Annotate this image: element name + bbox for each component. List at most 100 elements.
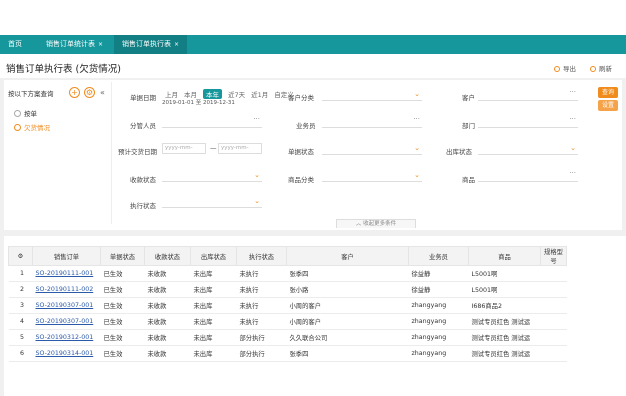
table-cell: 已生效 [100, 345, 145, 362]
table-cell: 未出库 [190, 281, 237, 298]
table-cell: 未收款 [144, 345, 191, 362]
table-cell: 未收款 [144, 297, 191, 314]
table-cell: 久久联合公司 [286, 329, 409, 346]
department-label: 部门 [462, 122, 475, 130]
results-table: ⚙ 销售订单 单据状态 收款状态 出库状态 执行状态 客户 业务员 商品 规格型… [8, 246, 567, 362]
table-cell: 已生效 [100, 265, 145, 282]
table-cell: 部分执行 [236, 329, 287, 346]
tab-sales-order-stats[interactable]: 销售订单统计表 × [38, 35, 111, 54]
column-header[interactable]: 执行状态 [236, 246, 287, 266]
assignee-label: 分管人员 [130, 122, 156, 130]
query-button[interactable]: 查询 [598, 87, 618, 98]
order-link[interactable]: SO-20190307-001 [32, 297, 101, 314]
order-link[interactable]: SO-20190312-001 [32, 329, 101, 346]
receipt-status-select[interactable]: ⌄ [162, 170, 262, 182]
table-cell: 4 [8, 313, 33, 330]
chevron-down-icon: ⌄ [570, 144, 576, 152]
tab-home[interactable]: 首页 [0, 35, 30, 54]
doc-status-label: 单据状态 [288, 148, 314, 156]
customer-label: 客户 [462, 94, 475, 102]
close-icon[interactable]: × [98, 41, 103, 48]
table-cell [540, 281, 567, 298]
table-cell: 未出库 [190, 345, 237, 362]
salesperson-field[interactable]: ··· [322, 115, 422, 128]
more-icon: ··· [569, 115, 576, 123]
column-header[interactable]: 业务员 [408, 246, 469, 266]
chevron-down-icon: ⌄ [414, 90, 420, 98]
more-icon: ··· [253, 115, 260, 123]
preset-1-month[interactable]: 近1月 [251, 89, 268, 99]
chevron-down-icon: ⌄ [414, 144, 420, 152]
table-cell: I686商品2 [468, 297, 541, 314]
more-icon: ··· [569, 169, 576, 177]
column-header[interactable]: 商品 [468, 246, 541, 266]
chevron-down-icon: ⌄ [254, 171, 260, 179]
table-cell: 未执行 [236, 265, 287, 282]
reset-button[interactable]: 设置 [598, 100, 618, 111]
scheme-icon [14, 110, 21, 117]
column-header[interactable]: 收款状态 [144, 246, 191, 266]
add-scheme-icon[interactable]: + [69, 87, 80, 98]
table-row[interactable]: 2 SO-20190111-002 已生效 未收款 未出库 未执行 张小路 徐益静 L5001啊 [8, 281, 567, 298]
exec-status-select[interactable]: ⌄ [162, 196, 262, 208]
customer-category-label: 客户分类 [288, 94, 314, 102]
column-header[interactable]: 销售订单 [32, 246, 101, 266]
tab-sales-order-execution[interactable]: 销售订单执行表 × [114, 35, 188, 54]
table-cell: 未执行 [236, 281, 287, 298]
column-header[interactable]: 单据状态 [100, 246, 145, 266]
customer-category-select[interactable]: ⌄ [322, 89, 422, 101]
order-link[interactable]: SO-20190111-001 [32, 265, 101, 282]
export-button[interactable]: 导出 [554, 63, 576, 73]
close-icon[interactable]: × [174, 41, 179, 48]
column-settings-icon[interactable]: ⚙ [8, 246, 33, 266]
department-field[interactable]: ··· [478, 115, 578, 128]
table-cell [540, 345, 567, 362]
settings-icon[interactable]: ⚙ [84, 87, 95, 98]
exec-status-label: 执行状态 [130, 202, 156, 210]
column-header[interactable]: 规格型号 [540, 246, 567, 266]
table-cell: 3 [8, 297, 33, 314]
product-category-select[interactable]: ⌄ [322, 170, 422, 182]
table-cell: 测试专员红色 测试运 [468, 329, 541, 346]
receipt-status-label: 收款状态 [130, 176, 156, 184]
table-cell: zhangyang [408, 345, 469, 362]
more-icon: ··· [413, 115, 420, 123]
table-row[interactable]: 5 SO-20190312-001 已生效 未收款 未出库 部分执行 久久联合公司 zhang… [8, 329, 567, 346]
order-link[interactable]: SO-20190314-001 [32, 345, 101, 362]
page-title: 销售订单执行表 (欠货情况) [6, 64, 121, 75]
scheme-item-backorder[interactable]: 欠货情况 [14, 122, 50, 132]
collapse-icon[interactable]: « [100, 88, 105, 97]
table-cell: 已生效 [100, 281, 145, 298]
order-link[interactable]: SO-20190111-002 [32, 281, 101, 298]
column-header[interactable]: 客户 [286, 246, 409, 266]
table-row[interactable]: 1 SO-20190111-001 已生效 未收款 未出库 未执行 张季四 徐益静 L5001啊 [8, 265, 567, 282]
table-row[interactable]: 4 SO-20190307-001 已生效 未收款 未出库 未执行 小周的客户 zhangya… [8, 313, 567, 330]
delivery-date-to[interactable]: yyyy-mm- [218, 143, 262, 154]
order-link[interactable]: SO-20190307-001 [32, 313, 101, 330]
delivery-date-from[interactable]: yyyy-mm- [162, 143, 206, 154]
scheme-item-by-order[interactable]: 按单 [14, 108, 37, 118]
table-cell: zhangyang [408, 297, 469, 314]
refresh-button[interactable]: 刷新 [590, 63, 612, 73]
customer-field[interactable]: ··· [478, 88, 578, 101]
table-cell: 未收款 [144, 329, 191, 346]
table-cell: 未出库 [190, 297, 237, 314]
assignee-field[interactable]: ··· [162, 115, 262, 128]
more-icon: ··· [569, 88, 576, 96]
table-cell: 张季四 [286, 345, 409, 362]
table-row[interactable]: 6 SO-20190314-001 已生效 未收款 未出库 部分执行 张季四 zhangyan… [8, 345, 567, 362]
chevron-down-icon: ⌄ [414, 171, 420, 179]
product-field[interactable]: ··· [478, 169, 578, 182]
date-range-value: 2019-01-01 至 2019-12-31 [162, 100, 235, 106]
table-cell: 未收款 [144, 265, 191, 282]
column-header[interactable]: 出库状态 [190, 246, 237, 266]
table-row[interactable]: 3 SO-20190307-001 已生效 未收款 未出库 未执行 小周的客户 zhangya… [8, 297, 567, 314]
table-cell: 未出库 [190, 329, 237, 346]
out-status-select[interactable]: ⌄ [478, 143, 578, 155]
doc-status-select[interactable]: ⌄ [322, 143, 422, 155]
out-status-label: 出库状态 [446, 148, 472, 156]
table-cell: 张小路 [286, 281, 409, 298]
collapse-filters-button[interactable]: ︿ 收起更多条件 [336, 219, 416, 228]
date-separator: — [210, 144, 217, 152]
table-cell: 未执行 [236, 297, 287, 314]
